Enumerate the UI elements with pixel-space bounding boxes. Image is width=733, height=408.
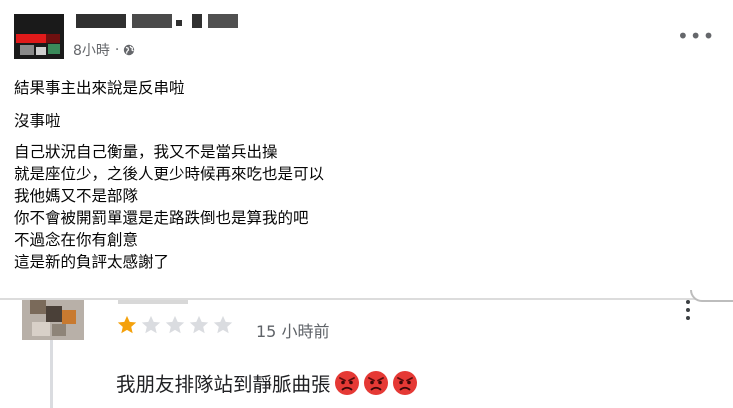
post-line: 不過念在你有創意 <box>14 231 139 249</box>
angry-face-icon <box>334 370 359 395</box>
review-time: 15 小時前 <box>256 322 330 341</box>
review-text: 我朋友排隊站到靜脈曲張 <box>116 373 331 396</box>
star-empty-icon <box>213 315 233 334</box>
card-corner <box>690 290 733 302</box>
star-rating <box>116 314 236 336</box>
post-line: 這是新的負評太感謝了 <box>14 253 170 271</box>
angry-face-icon <box>392 370 417 395</box>
post-time[interactable]: 8小時 <box>73 40 110 60</box>
more-options-icon[interactable]: ••• <box>677 26 714 46</box>
post-timestamp-row: 8小時 · <box>73 40 135 60</box>
facebook-post: 8小時 · ••• 結果事主出來說是反串啦 沒事啦 自己狀況自己衡量，我又不是當… <box>0 0 733 300</box>
thread-line <box>50 340 53 408</box>
post-line: 結果事主出來說是反串啦 <box>14 79 185 97</box>
review-text-row: 我朋友排隊站到靜脈曲張 <box>116 368 418 397</box>
separator-dot: · <box>114 42 120 58</box>
post-line: 你不會被開罰單還是走路跌倒也是算我的吧 <box>14 209 309 227</box>
avatar[interactable] <box>14 14 64 59</box>
post-line: 自己狀況自己衡量，我又不是當兵出操 <box>14 143 278 161</box>
reviewer-name[interactable] <box>118 300 188 304</box>
post-body: 結果事主出來說是反串啦 沒事啦 自己狀況自己衡量，我又不是當兵出操 就是座位少，… <box>14 77 713 273</box>
angry-face-icon <box>363 370 388 395</box>
review-more-options-icon[interactable] <box>684 300 692 320</box>
star-empty-icon <box>141 315 161 334</box>
globe-icon <box>124 44 135 56</box>
reviewer-avatar[interactable] <box>22 300 84 340</box>
google-review: 15 小時前 我朋友排隊站到靜脈曲張 <box>0 290 733 408</box>
star-empty-icon <box>189 315 209 334</box>
post-line: 沒事啦 <box>14 112 61 130</box>
post-author-name[interactable] <box>76 14 246 30</box>
post-line: 就是座位少，之後人更少時候再來吃也是可以 <box>14 165 325 183</box>
star-filled-icon <box>117 315 137 334</box>
star-empty-icon <box>165 315 185 334</box>
post-line: 我他媽又不是部隊 <box>14 187 139 205</box>
